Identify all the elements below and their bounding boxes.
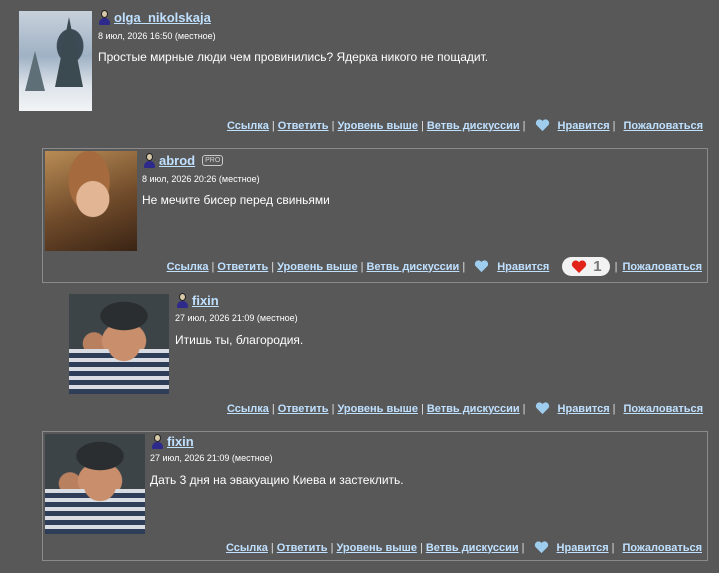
user-icon bbox=[98, 10, 111, 25]
heart-icon[interactable] bbox=[535, 402, 550, 415]
comment: fixin 27 июл, 2026 21:09 (местное) Дать … bbox=[42, 431, 708, 561]
comment-text: Итишь ты, благородия. bbox=[175, 333, 304, 347]
link-button[interactable]: Ссылка bbox=[226, 542, 268, 554]
comment: olga_nikolskaja 8 июл, 2026 16:50 (местн… bbox=[0, 0, 719, 140]
reply-button[interactable]: Ответить bbox=[217, 261, 268, 273]
comment-date: 27 июл, 2026 21:09 (местное) bbox=[175, 313, 298, 323]
user-icon bbox=[176, 293, 189, 308]
like-button[interactable]: Нравится bbox=[558, 403, 610, 415]
parent-button[interactable]: Уровень выше bbox=[277, 261, 358, 273]
separator: | bbox=[330, 541, 334, 554]
comment-actions: Ссылка | Ответить | Уровень выше | Ветвь ди… bbox=[226, 541, 702, 554]
comment-text: Простые мирные люди чем провинились? Яде… bbox=[98, 50, 489, 64]
avatar[interactable] bbox=[69, 294, 169, 394]
reply-button[interactable]: Ответить bbox=[278, 120, 329, 132]
report-button[interactable]: Пожаловаться bbox=[623, 120, 703, 132]
parent-button[interactable]: Уровень выше bbox=[337, 403, 418, 415]
like-counter[interactable]: 1 bbox=[562, 257, 610, 276]
thread-button[interactable]: Ветвь дискуссии bbox=[426, 542, 519, 554]
link-button[interactable]: Ссылка bbox=[227, 403, 269, 415]
username-link[interactable]: fixin bbox=[167, 434, 194, 449]
report-button[interactable]: Пожаловаться bbox=[622, 542, 702, 554]
heart-icon[interactable] bbox=[534, 541, 549, 554]
separator: | bbox=[271, 402, 275, 415]
user-header: abrod PRO bbox=[143, 153, 224, 168]
username-link[interactable]: fixin bbox=[192, 293, 219, 308]
parent-button[interactable]: Уровень выше bbox=[336, 542, 417, 554]
separator: | bbox=[612, 119, 616, 132]
comment-actions: Ссылка | Ответить | Уровень выше | Ветвь ди… bbox=[227, 119, 703, 132]
user-icon bbox=[151, 434, 164, 449]
link-button[interactable]: Ссылка bbox=[227, 120, 269, 132]
username-link[interactable]: olga_nikolskaja bbox=[114, 10, 211, 25]
separator: | bbox=[522, 402, 526, 415]
comment-date: 27 июл, 2026 21:09 (местное) bbox=[150, 453, 273, 463]
separator: | bbox=[611, 541, 615, 554]
avatar[interactable] bbox=[19, 11, 92, 111]
username-link[interactable]: abrod bbox=[159, 153, 195, 168]
comment: abrod PRO 8 июл, 2026 20:26 (местное) Не… bbox=[42, 148, 708, 283]
thread-button[interactable]: Ветвь дискуссии bbox=[427, 120, 520, 132]
report-button[interactable]: Пожаловаться bbox=[622, 261, 702, 273]
heart-icon[interactable] bbox=[535, 119, 550, 132]
separator: | bbox=[612, 402, 616, 415]
separator: | bbox=[271, 119, 275, 132]
separator: | bbox=[270, 541, 274, 554]
thread-button[interactable]: Ветвь дискуссии bbox=[427, 403, 520, 415]
reply-button[interactable]: Ответить bbox=[278, 403, 329, 415]
comment-text: Дать 3 дня на эвакуацию Киева и застекли… bbox=[150, 473, 404, 487]
thread-button[interactable]: Ветвь дискуссии bbox=[366, 261, 459, 273]
like-button[interactable]: Нравится bbox=[558, 120, 610, 132]
like-count: 1 bbox=[593, 258, 602, 275]
comment-date: 8 июл, 2026 16:50 (местное) bbox=[98, 31, 216, 41]
comment-date: 8 июл, 2026 20:26 (местное) bbox=[142, 174, 260, 184]
parent-button[interactable]: Уровень выше bbox=[337, 120, 418, 132]
comment-actions: Ссылка | Ответить | Уровень выше | Ветвь ди… bbox=[167, 257, 702, 276]
separator: | bbox=[360, 260, 364, 273]
separator: | bbox=[419, 541, 423, 554]
separator: | bbox=[521, 541, 525, 554]
heart-icon[interactable] bbox=[474, 260, 489, 273]
separator: | bbox=[331, 402, 335, 415]
reply-button[interactable]: Ответить bbox=[277, 542, 328, 554]
separator: | bbox=[522, 119, 526, 132]
separator: | bbox=[462, 260, 466, 273]
comment-text: Не мечите бисер перед свиньями bbox=[142, 193, 330, 207]
report-button[interactable]: Пожаловаться bbox=[623, 403, 703, 415]
user-icon bbox=[143, 153, 156, 168]
separator: | bbox=[614, 260, 618, 273]
separator: | bbox=[211, 260, 215, 273]
user-header: fixin bbox=[151, 434, 194, 449]
pro-badge: PRO bbox=[202, 155, 224, 166]
comment-actions: Ссылка | Ответить | Уровень выше | Ветвь ди… bbox=[227, 402, 703, 415]
avatar[interactable] bbox=[45, 434, 145, 534]
link-button[interactable]: Ссылка bbox=[167, 261, 209, 273]
like-button[interactable]: Нравится bbox=[557, 542, 609, 554]
user-header: olga_nikolskaja bbox=[98, 10, 211, 25]
user-header: fixin bbox=[176, 293, 219, 308]
separator: | bbox=[271, 260, 275, 273]
separator: | bbox=[331, 119, 335, 132]
avatar[interactable] bbox=[45, 151, 137, 251]
red-heart-icon bbox=[572, 259, 587, 273]
like-button[interactable]: Нравится bbox=[497, 261, 549, 273]
separator: | bbox=[420, 119, 424, 132]
comment: fixin 27 июл, 2026 21:09 (местное) Итишь… bbox=[0, 288, 719, 423]
separator: | bbox=[420, 402, 424, 415]
